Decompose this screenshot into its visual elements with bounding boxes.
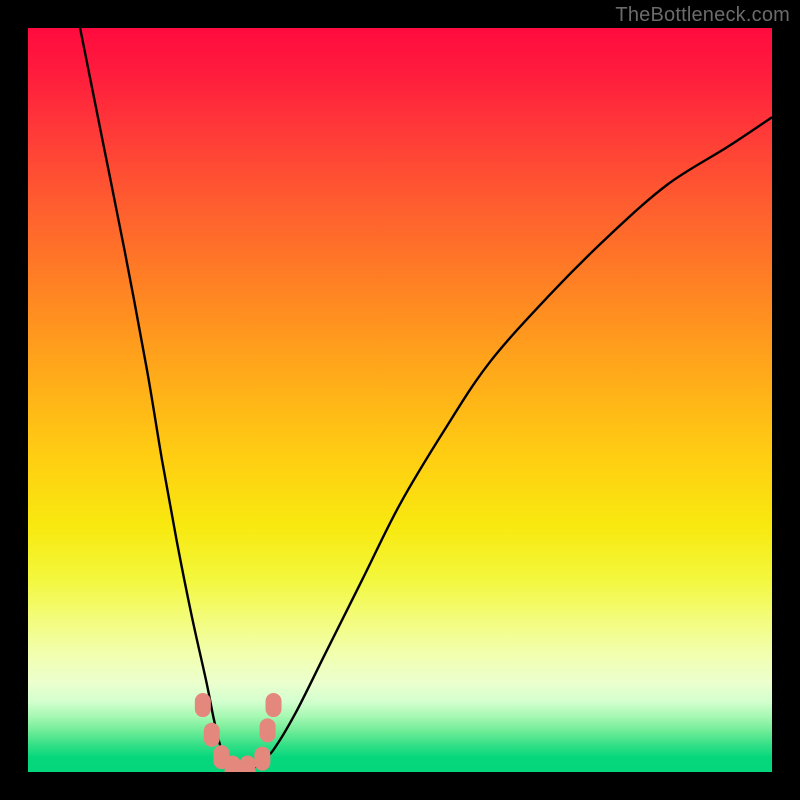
curve-marker (239, 756, 255, 772)
curve-layer (28, 28, 772, 772)
watermark-text: TheBottleneck.com (615, 4, 790, 27)
plot-area (28, 28, 772, 772)
curve-marker (254, 747, 270, 771)
curve-marker (204, 723, 220, 747)
curve-marker (266, 693, 282, 717)
curve-marker (195, 693, 211, 717)
chart-frame: TheBottleneck.com (0, 0, 800, 800)
curve-marker (225, 756, 241, 772)
marker-group (195, 693, 282, 772)
curve-marker (260, 718, 276, 742)
bottleneck-curve (80, 28, 772, 769)
bottleneck-curve-path (80, 28, 772, 769)
